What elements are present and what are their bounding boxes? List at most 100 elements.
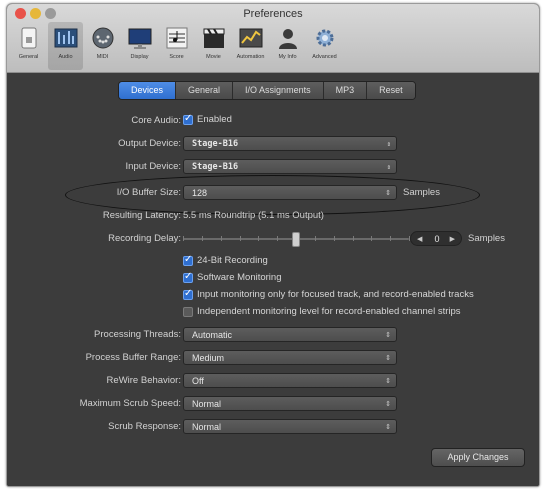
option-independent-monitoring-row: Independent monitoring level for record-…: [7, 304, 539, 322]
window-title: Preferences: [243, 8, 303, 20]
recording-delay-slider-thumb[interactable]: [292, 232, 300, 247]
independent-monitoring-checkbox[interactable]: [183, 307, 193, 317]
toolbar-label: Movie: [206, 54, 221, 60]
display-monitor-icon: [127, 25, 153, 51]
option-24bit-row: 24-Bit Recording: [7, 253, 539, 271]
slider-tick: [315, 236, 316, 241]
input-device-value: Stage-B16: [192, 162, 239, 172]
toolbar-item-advanced[interactable]: Advanced: [307, 22, 342, 70]
input-device-select[interactable]: Stage-B16 ⇕: [183, 159, 397, 174]
processing-threads-label: Processing Threads:: [94, 329, 181, 340]
toolbar-item-display[interactable]: Display: [122, 22, 157, 70]
toolbar-item-score[interactable]: Score: [159, 22, 194, 70]
io-buffer-size-select[interactable]: 128 ⇕: [183, 185, 397, 200]
score-notation-icon: [164, 25, 190, 51]
preferences-toolbar: General Audio MIDI Display Score Movie A…: [11, 22, 344, 70]
slider-tick: [353, 236, 354, 241]
slider-tick: [240, 236, 241, 241]
chevron-updown-icon: ⇕: [385, 332, 391, 339]
slider-tick: [183, 236, 184, 241]
slider-tick: [390, 236, 391, 241]
input-monitoring-checkbox[interactable]: [183, 288, 193, 300]
24-bit-recording-checkbox[interactable]: [183, 254, 193, 266]
chevron-updown-icon: ⇕: [385, 378, 391, 385]
independent-monitoring-label: Independent monitoring level for record-…: [197, 306, 461, 317]
advanced-gear-icon: [312, 25, 338, 51]
processing-threads-value: Automatic: [192, 330, 233, 340]
tab-bar: Devices General I/O Assignments MP3 Rese…: [118, 81, 416, 100]
tab-general[interactable]: General: [176, 82, 234, 99]
software-monitoring-checkbox[interactable]: [183, 271, 193, 283]
max-scrub-speed-label: Maximum Scrub Speed:: [79, 398, 181, 409]
toolbar-label: MIDI: [96, 54, 109, 60]
max-scrub-speed-select[interactable]: Normal ⇕: [183, 396, 397, 411]
max-scrub-speed-value: Normal: [192, 399, 222, 409]
increment-arrow-icon[interactable]: ▶: [450, 232, 455, 247]
toolbar-label: Automation: [236, 54, 265, 60]
toolbar-label: Advanced: [312, 54, 337, 60]
output-device-value: Stage-B16: [192, 139, 239, 149]
slider-tick: [334, 236, 335, 241]
scrub-response-label: Scrub Response:: [108, 421, 181, 432]
scrub-response-value: Normal: [192, 422, 222, 432]
movie-clapper-icon: [201, 25, 227, 51]
apply-changes-button[interactable]: Apply Changes: [431, 448, 525, 467]
chevron-updown-icon: ⇕: [385, 401, 391, 408]
tab-devices[interactable]: Devices: [119, 82, 177, 99]
toolbar-label: General: [18, 54, 39, 60]
io-buffer-value: 128: [192, 188, 208, 198]
rewire-behavior-select[interactable]: Off ⇕: [183, 373, 397, 388]
processing-threads-row: Processing Threads: Automatic ⇕: [7, 326, 539, 344]
core-audio-label: Core Audio:: [131, 115, 181, 126]
tab-mp3[interactable]: MP3: [323, 82, 368, 99]
recording-delay-value: 0: [434, 234, 440, 244]
input-device-row: Input Device: Stage-B16 ⇕: [7, 158, 539, 176]
process-buffer-range-label: Process Buffer Range:: [85, 352, 181, 363]
tab-io-assignments[interactable]: I/O Assignments: [233, 82, 324, 99]
process-buffer-range-select[interactable]: Medium ⇕: [183, 350, 397, 365]
io-buffer-unit: Samples: [403, 187, 440, 198]
toolbar-item-movie[interactable]: Movie: [196, 22, 231, 70]
chevron-updown-icon: ⇕: [386, 163, 391, 171]
processing-threads-select[interactable]: Automatic ⇕: [183, 327, 397, 342]
24-bit-recording-label: 24-Bit Recording: [197, 255, 268, 266]
core-audio-row: Core Audio: Enabled: [7, 112, 539, 130]
chevron-updown-icon: ⇕: [386, 140, 391, 148]
slider-tick: [277, 236, 278, 241]
rewire-behavior-row: ReWire Behavior: Off ⇕: [7, 372, 539, 390]
chevron-updown-icon: ⇕: [385, 190, 391, 197]
recording-delay-label: Recording Delay:: [108, 233, 181, 244]
core-audio-enabled-checkbox[interactable]: [183, 113, 193, 125]
toolbar-item-my-info[interactable]: My Info: [270, 22, 305, 70]
toolbar-item-automation[interactable]: Automation: [233, 22, 268, 70]
output-device-select[interactable]: Stage-B16 ⇕: [183, 136, 397, 151]
rewire-behavior-label: ReWire Behavior:: [106, 375, 181, 386]
chevron-updown-icon: ⇕: [385, 424, 391, 431]
chevron-updown-icon: ⇕: [385, 355, 391, 362]
tab-reset[interactable]: Reset: [367, 82, 415, 99]
recording-delay-row: Recording Delay: ◀ 0 ▶ Samples: [7, 230, 539, 248]
toolbar-item-midi[interactable]: MIDI: [85, 22, 120, 70]
option-input-monitoring-row: Input monitoring only for focused track,…: [7, 287, 539, 305]
scrub-response-select[interactable]: Normal ⇕: [183, 419, 397, 434]
midi-connector-icon: [90, 25, 116, 51]
input-device-label: Input Device:: [125, 161, 181, 172]
output-device-label: Output Device:: [118, 138, 181, 149]
title-bar: Preferences General Audio MIDI Display S…: [7, 4, 539, 73]
toolbar-item-audio[interactable]: Audio: [48, 22, 83, 70]
latency-row: Resulting Latency: 5.5 ms Roundtrip (5.1…: [7, 207, 539, 225]
toolbar-item-general[interactable]: General: [11, 22, 46, 70]
latency-label: Resulting Latency:: [102, 210, 181, 221]
io-buffer-row: I/O Buffer Size: 128 ⇕ Samples: [7, 184, 539, 202]
recording-delay-stepper[interactable]: ◀ 0 ▶: [410, 231, 462, 246]
audio-devices-panel: Devices General I/O Assignments MP3 Rese…: [7, 73, 539, 486]
io-buffer-label: I/O Buffer Size:: [116, 187, 181, 198]
general-switch-icon: [16, 25, 42, 51]
person-silhouette-icon: [275, 25, 301, 51]
toolbar-label: Display: [130, 54, 149, 60]
recording-delay-unit: Samples: [468, 233, 505, 244]
scrub-response-row: Scrub Response: Normal ⇕: [7, 418, 539, 436]
input-monitoring-label: Input monitoring only for focused track,…: [197, 289, 474, 300]
slider-tick: [371, 236, 372, 241]
max-scrub-speed-row: Maximum Scrub Speed: Normal ⇕: [7, 395, 539, 413]
